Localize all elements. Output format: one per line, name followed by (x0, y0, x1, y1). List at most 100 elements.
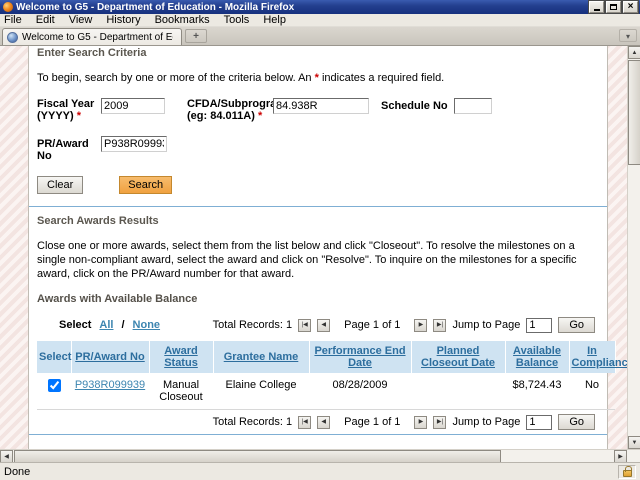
cfda-label: CFDA/Subprogram (eg: 84.011A) * (187, 98, 286, 122)
intro-text: To begin, search by one or more of the c… (37, 72, 445, 84)
horizontal-scrollbar[interactable]: ◀ ▶ (0, 449, 640, 463)
col-select: Select (37, 341, 72, 373)
available-balance-cell: $8,724.43 (505, 373, 569, 410)
page-indicator: Page 1 of 1 (344, 319, 401, 331)
required-asterisk: * (257, 110, 263, 122)
select-separator: / (121, 319, 125, 331)
cfda-input[interactable] (273, 98, 369, 114)
window-title: Welcome to G5 - Department of Education … (16, 1, 295, 13)
next-page-button[interactable]: ▶ (414, 318, 428, 332)
menu-bar: File Edit View History Bookmarks Tools H… (0, 14, 640, 27)
divider (29, 206, 607, 207)
first-page-button[interactable]: |◀ (298, 318, 312, 332)
schedule-no-input[interactable] (453, 98, 492, 114)
available-balance-heading: Awards with Available Balance (37, 293, 198, 305)
last-page-button[interactable]: ▶| (433, 318, 447, 332)
clear-button[interactable]: Clear (37, 176, 84, 194)
pagination-bottom: Total Records: 1 |◀ ◀ Page 1 of 1 ▶ ▶| J… (213, 414, 595, 430)
select-all-link[interactable]: All (99, 319, 113, 331)
firefox-icon (3, 2, 13, 12)
list-all-tabs-button[interactable]: ▾ (619, 29, 637, 42)
page-title: Enter Search Criteria (37, 47, 147, 59)
jump-to-page-label: Jump to Page (452, 416, 521, 428)
select-links: Select All / None (59, 319, 160, 331)
tab-favicon (7, 31, 18, 43)
award-status-cell: Manual Closeout (149, 373, 213, 410)
grantee-name-cell: Elaine College (213, 373, 309, 410)
status-bar: Done (0, 462, 640, 480)
menu-edit[interactable]: Edit (36, 14, 55, 26)
restore-icon (610, 4, 617, 10)
status-text: Done (4, 465, 31, 478)
col-award-status[interactable]: Award Status (149, 341, 214, 373)
list-controls-bottom: Total Records: 1 |◀ ◀ Page 1 of 1 ▶ ▶| J… (37, 414, 599, 430)
pagination-top: Total Records: 1 |◀ ◀ Page 1 of 1 ▶ ▶| J… (213, 317, 595, 333)
total-records: Total Records: 1 (212, 319, 293, 331)
results-heading: Search Awards Results (37, 215, 159, 227)
menu-view[interactable]: View (69, 14, 93, 26)
title-bar: Welcome to G5 - Department of Education … (0, 0, 640, 14)
minimize-button[interactable] (588, 0, 605, 14)
scroll-up-button[interactable]: ▲ (628, 46, 640, 59)
planned-closeout-date-cell (411, 373, 505, 410)
criteria-row-1: Fiscal Year (YYYY) * CFDA/Subprogram (eg… (37, 98, 599, 122)
minimize-icon (593, 9, 600, 11)
go-button[interactable]: Go (558, 414, 595, 430)
search-button[interactable]: Search (119, 176, 173, 194)
next-page-button[interactable]: ▶ (414, 415, 428, 429)
col-available-balance[interactable]: Available Balance (505, 341, 570, 373)
jump-to-page-input[interactable] (526, 317, 553, 333)
page-content: Enter Search Criteria To begin, search b… (28, 46, 627, 449)
performance-end-date-cell: 08/28/2009 (309, 373, 411, 410)
previous-page-button[interactable]: ◀ (317, 318, 331, 332)
lock-icon (622, 465, 632, 477)
restore-button[interactable] (605, 0, 622, 14)
schedule-no-label: Schedule No (381, 100, 448, 112)
select-none-link[interactable]: None (133, 319, 161, 331)
tab-welcome-g5[interactable]: Welcome to G5 - Department of Edu... (2, 28, 182, 45)
row-select-checkbox[interactable] (47, 379, 61, 392)
col-grantee-name[interactable]: Grantee Name (213, 341, 310, 373)
security-panel (618, 464, 636, 479)
col-planned-closeout-date[interactable]: Planned Closeout Date (411, 341, 506, 373)
close-icon: × (627, 1, 634, 12)
tab-strip: Welcome to G5 - Department of Edu... + ▾ (0, 27, 640, 46)
vertical-scrollbar[interactable]: ▲ ▼ (627, 46, 640, 449)
pr-award-label: PR/Award No (37, 138, 89, 162)
col-performance-end-date[interactable]: Performance End Date (309, 341, 412, 373)
new-tab-button[interactable]: + (185, 29, 207, 43)
table-header-row: Select PR/Award No Award Status Grantee … (37, 341, 627, 373)
fiscal-year-label: Fiscal Year (YYYY) * (37, 98, 95, 122)
first-page-button[interactable]: |◀ (298, 415, 312, 429)
required-asterisk: * (76, 110, 82, 122)
pr-award-link[interactable]: P938R099939 (75, 379, 145, 391)
pr-award-input[interactable] (101, 136, 167, 152)
page-indicator: Page 1 of 1 (344, 416, 401, 428)
table-row: P938R099939 Manual Closeout Elaine Colle… (37, 373, 615, 410)
total-records: Total Records: 1 (212, 416, 293, 428)
select-label: Select (59, 319, 92, 331)
divider (29, 434, 607, 435)
menu-file[interactable]: File (4, 14, 22, 26)
col-pr-award-no[interactable]: PR/Award No (71, 341, 150, 373)
criteria-buttons: Clear Search (37, 176, 599, 194)
menu-bookmarks[interactable]: Bookmarks (155, 14, 210, 26)
previous-page-button[interactable]: ◀ (317, 415, 331, 429)
close-button[interactable]: × (622, 0, 639, 14)
go-button[interactable]: Go (558, 317, 595, 333)
jump-to-page-label: Jump to Page (452, 319, 521, 331)
fiscal-year-input[interactable] (101, 98, 165, 114)
jump-to-page-input[interactable] (526, 414, 553, 430)
menu-help[interactable]: Help (263, 14, 286, 26)
page-viewport: Enter Search Criteria To begin, search b… (0, 46, 627, 449)
tab-title: Welcome to G5 - Department of Edu... (22, 31, 173, 43)
col-in-compliance[interactable]: In Compliance (569, 341, 627, 373)
vertical-scroll-thumb[interactable] (628, 60, 640, 165)
scroll-down-button[interactable]: ▼ (628, 436, 640, 449)
menu-history[interactable]: History (106, 14, 140, 26)
last-page-button[interactable]: ▶| (433, 415, 447, 429)
awards-table: Select PR/Award No Award Status Grantee … (37, 341, 627, 410)
results-instructions: Close one or more awards, select them fr… (37, 240, 577, 280)
in-compliance-cell: No (569, 373, 615, 410)
menu-tools[interactable]: Tools (224, 14, 250, 26)
